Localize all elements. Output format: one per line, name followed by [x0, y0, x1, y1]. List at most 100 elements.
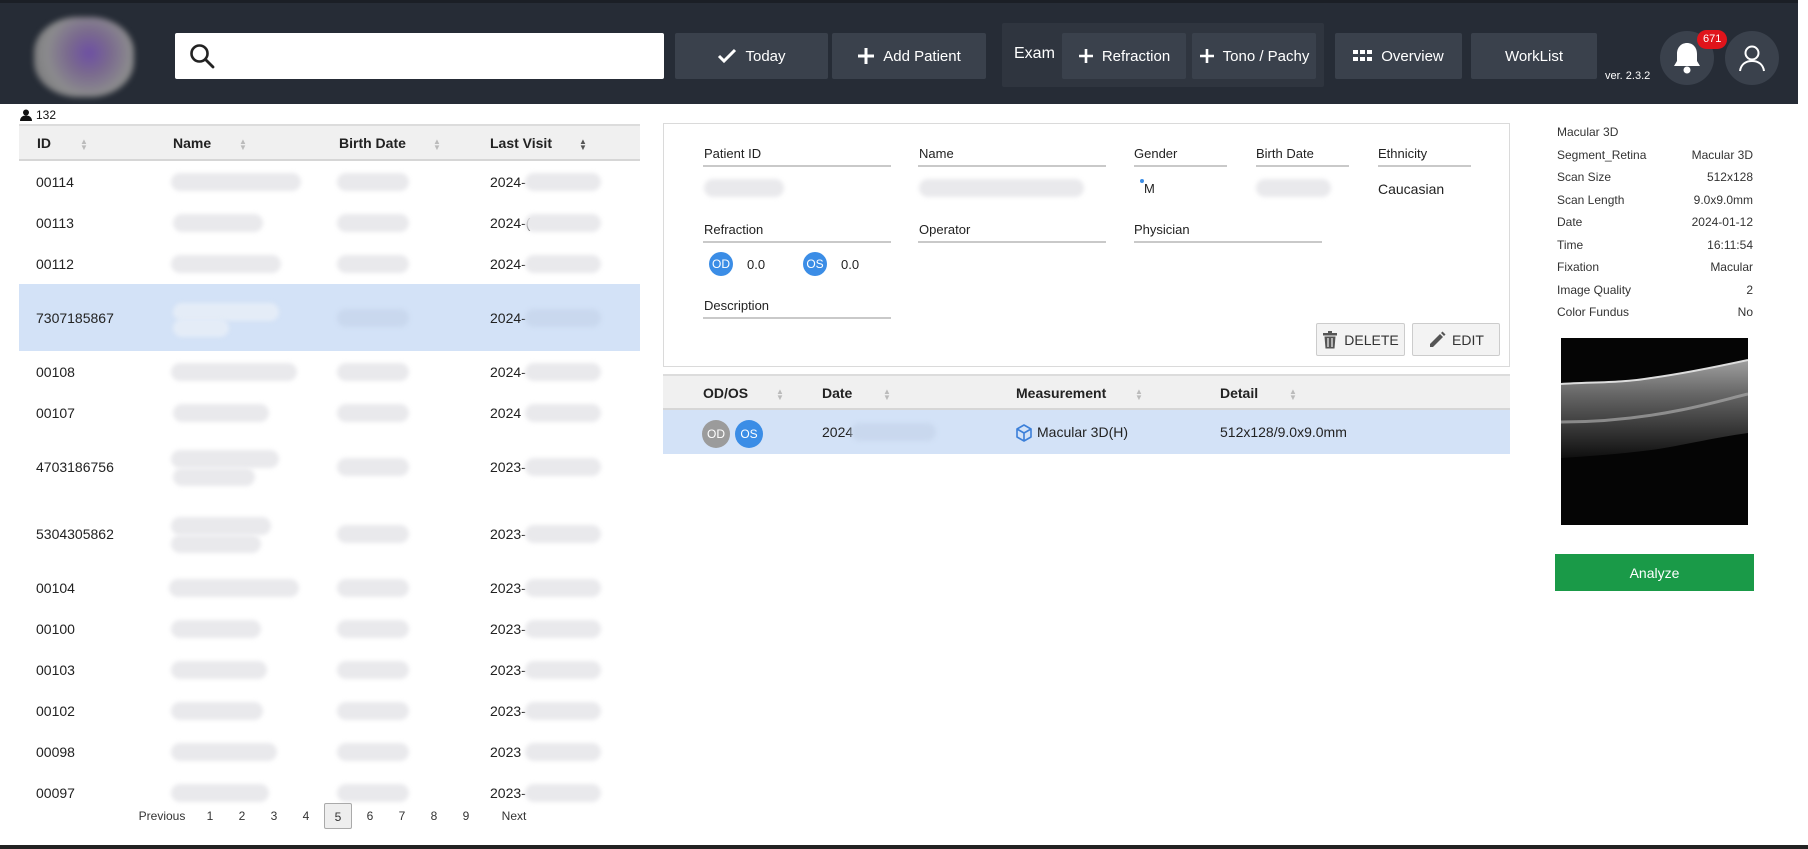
table-row[interactable]: 4703186756 2023-: [19, 433, 640, 500]
ethnicity-value: Caucasian: [1378, 181, 1445, 197]
sort-icon[interactable]: ▲ ▼: [239, 138, 247, 152]
os-refraction-value: 0.0: [841, 257, 860, 272]
scan-info-row: Date 2024-01-12: [1557, 215, 1753, 238]
scan-info-row: Scan Size 512x128: [1557, 170, 1753, 193]
pencil-icon: [1430, 331, 1446, 347]
tono-pachy-button[interactable]: Tono / Pachy: [1192, 33, 1316, 79]
add-patient-button[interactable]: Add Patient: [832, 33, 986, 79]
patient-name-redacted: [171, 172, 301, 191]
today-button[interactable]: Today: [675, 33, 828, 79]
last-visit-value: 2023-: [490, 579, 526, 596]
table-row[interactable]: 7307185867 2024-: [19, 284, 640, 351]
sort-icon[interactable]: ▲ ▼: [883, 388, 891, 402]
tono-pachy-label: Tono / Pachy: [1222, 47, 1310, 65]
od-refraction-value: 0.0: [747, 257, 766, 272]
table-row[interactable]: 00100 2023-: [19, 608, 640, 649]
search-input[interactable]: [225, 41, 645, 71]
measurement-detail: 512x128/9.0x9.0mm: [1220, 424, 1347, 440]
col-measurement[interactable]: Measurement: [1016, 385, 1106, 401]
scan-info-title-row: Macular 3D: [1557, 125, 1753, 148]
od-badge: OD: [702, 420, 730, 448]
measurement-table-header: OD/OS ▲ ▼ Date ▲ ▼ Measurement ▲ ▼ Detail ▲…: [663, 374, 1510, 410]
page-8[interactable]: 8: [418, 803, 450, 829]
scan-info-key: Color Fundus: [1557, 305, 1630, 319]
patient-name-redacted: [171, 254, 281, 273]
birth-date-label: Birth Date: [1256, 146, 1314, 161]
top-bar: Today Add Patient Exam Refraction Tono /…: [0, 0, 1798, 104]
patient-id: 4703186756: [36, 458, 114, 475]
birth-date-redacted: [337, 660, 409, 679]
refraction-button[interactable]: Refraction: [1062, 33, 1186, 79]
table-row[interactable]: 5304305862 2023-: [19, 500, 640, 567]
page-5-current[interactable]: 5: [324, 803, 352, 829]
birth-date-redacted: [337, 783, 409, 802]
page-6[interactable]: 6: [354, 803, 386, 829]
search-box[interactable]: [175, 33, 664, 79]
sort-desc-icon[interactable]: ▲ ▼: [579, 138, 587, 152]
scan-info-value: 512x128: [1706, 170, 1753, 184]
scan-info-value: 2: [1746, 282, 1753, 297]
oct-scan-thumbnail[interactable]: [1561, 338, 1748, 525]
table-row[interactable]: 00112 2024-: [19, 243, 640, 284]
patient-name-redacted: [171, 783, 269, 802]
page-previous[interactable]: Previous: [130, 803, 194, 829]
page-9[interactable]: 9: [450, 803, 482, 829]
overview-button[interactable]: Overview: [1335, 33, 1462, 79]
table-row[interactable]: 00113 2024-(: [19, 202, 640, 243]
sort-icon[interactable]: ▲ ▼: [776, 388, 784, 402]
birth-date-redacted: [337, 619, 409, 638]
sort-icon[interactable]: ▲ ▼: [80, 138, 88, 152]
sort-icon[interactable]: ▲ ▼: [1135, 388, 1143, 402]
table-row[interactable]: 00102 2023-: [19, 690, 640, 731]
physician-label: Physician: [1134, 222, 1190, 237]
scan-info-title: Macular 3D: [1557, 125, 1619, 139]
page-next[interactable]: Next: [482, 803, 546, 829]
patient-id: 00098: [36, 743, 75, 760]
table-row[interactable]: 00098 2023: [19, 731, 640, 772]
field-underline: [1134, 165, 1227, 167]
worklist-button[interactable]: WorkList: [1471, 33, 1597, 79]
table-row[interactable]: 00114 2024-: [19, 161, 640, 202]
sort-icon[interactable]: ▲ ▼: [1289, 388, 1297, 402]
measurement-row[interactable]: OD OS 2024 Macular 3D(H) 512x128/9.0x9.0…: [663, 410, 1510, 454]
last-visit-redacted: [525, 362, 601, 381]
last-visit-value: 2023-: [490, 784, 526, 801]
scan-info-value: Macular 3D: [1691, 147, 1753, 162]
last-visit-value: 2024-: [490, 363, 526, 380]
last-visit-redacted: [525, 619, 601, 638]
col-name[interactable]: Name: [173, 135, 211, 151]
delete-button[interactable]: DELETE: [1316, 323, 1405, 356]
page-1[interactable]: 1: [194, 803, 226, 829]
gender-dot: [1140, 179, 1144, 183]
scan-info-key: Date: [1557, 215, 1583, 229]
patient-name-redacted: [171, 660, 267, 679]
sort-icon[interactable]: ▲ ▼: [433, 138, 441, 152]
scan-info-rows: Segment_Retina Macular 3D Scan Size 512x128…: [1557, 148, 1753, 328]
birth-date-value-redacted: [1256, 179, 1331, 197]
birth-date-redacted: [337, 701, 409, 720]
col-date[interactable]: Date: [822, 385, 852, 401]
col-detail[interactable]: Detail: [1220, 385, 1258, 401]
page-7[interactable]: 7: [386, 803, 418, 829]
page-4[interactable]: 4: [290, 803, 322, 829]
field-underline: [1256, 165, 1349, 167]
table-row[interactable]: 00104 2023-: [19, 567, 640, 608]
col-birth-date[interactable]: Birth Date: [339, 135, 406, 151]
analyze-button[interactable]: Analyze: [1555, 554, 1754, 591]
person-icon: [20, 109, 32, 121]
last-visit-value: 2023-: [490, 525, 526, 542]
col-id[interactable]: ID: [37, 135, 51, 151]
col-od-os[interactable]: OD/OS: [703, 385, 748, 401]
page-2[interactable]: 2: [226, 803, 258, 829]
table-row[interactable]: 00107 2024: [19, 392, 640, 433]
os-badge: OS: [735, 420, 763, 448]
user-button[interactable]: [1725, 31, 1779, 85]
col-last-visit[interactable]: Last Visit: [490, 135, 552, 151]
page-3[interactable]: 3: [258, 803, 290, 829]
edit-button[interactable]: EDIT: [1412, 323, 1500, 356]
scan-info-value: 9.0x9.0mm: [1693, 192, 1753, 207]
ethnicity-label: Ethnicity: [1378, 146, 1428, 161]
os-badge: OS: [803, 252, 827, 276]
table-row[interactable]: 00103 2023-: [19, 649, 640, 690]
table-row[interactable]: 00108 2024-: [19, 351, 640, 392]
